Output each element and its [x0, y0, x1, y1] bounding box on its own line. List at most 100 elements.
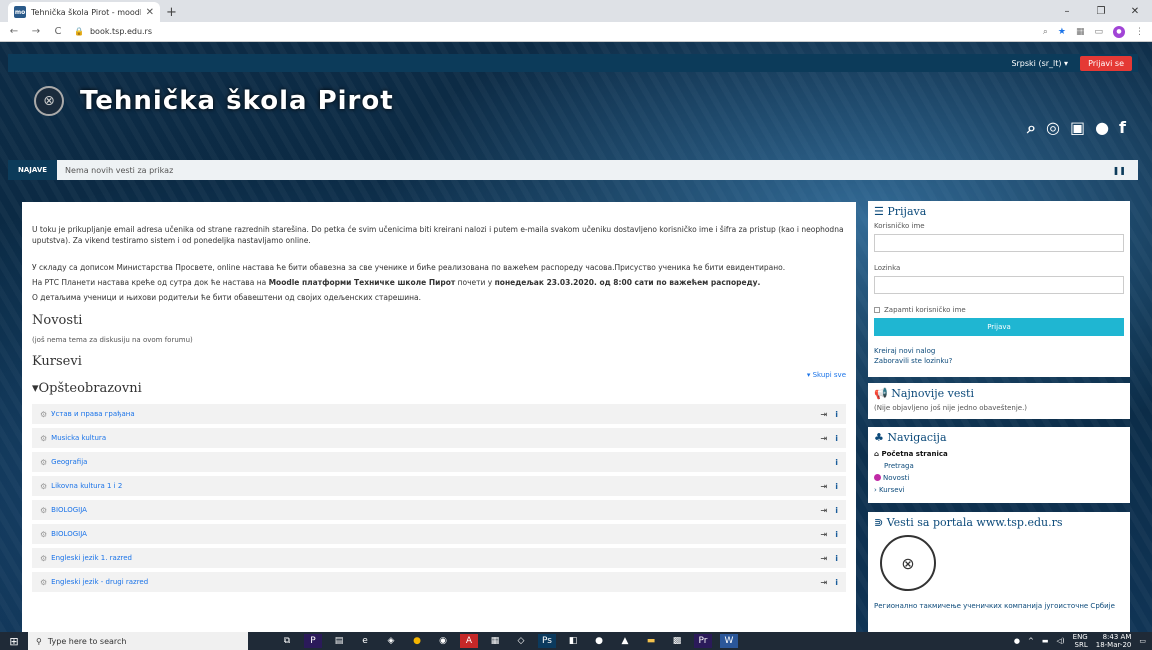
category-title[interactable]: ▾Opšteobrazovni	[32, 381, 846, 396]
tray-clock[interactable]: 8:43 AM 18-Mar-20	[1096, 633, 1132, 649]
portal-news-item[interactable]: Регионално такмичење ученичких компанија…	[874, 601, 1124, 611]
windows-start-icon[interactable]: ⊞	[0, 632, 28, 650]
course-name[interactable]: Engleski jezik 1. razred	[51, 554, 820, 562]
globe-icon[interactable]: ●	[1095, 118, 1109, 138]
info-icon[interactable]: i	[835, 578, 838, 587]
cast-icon[interactable]: ▭	[1094, 27, 1103, 37]
info-icon[interactable]: i	[835, 482, 838, 491]
forward-icon[interactable]: →	[30, 26, 42, 37]
taskbar-search[interactable]: ⚲ Type here to search	[28, 632, 248, 650]
info-icon[interactable]: i	[835, 554, 838, 563]
chrome-icon[interactable]: ●	[408, 634, 426, 648]
course-row[interactable]: ⚙ Устав и права грађана ⇥ i	[32, 404, 846, 424]
system-tray: ● ^ ▬ ◁) ENG SRL 8:43 AM 18-Mar-20 ▭	[1014, 632, 1146, 650]
store-icon[interactable]: ▤	[330, 634, 348, 648]
course-row[interactable]: ⚙ BIOLOGIJA ⇥ i	[32, 500, 846, 520]
site-title[interactable]: Tehnička škola Pirot	[80, 86, 394, 116]
url-field[interactable]: 🔒 book.tsp.edu.rs	[74, 27, 1033, 36]
steam-icon[interactable]: ◉	[434, 634, 452, 648]
browser-tab[interactable]: mo Tehnička škola Pirot - moodle ✕	[8, 2, 160, 22]
course-name[interactable]: Likovna kultura 1 i 2	[51, 482, 820, 490]
course-icon: ⚙	[40, 433, 48, 443]
chrome2-icon[interactable]: ●	[590, 634, 608, 648]
course-name[interactable]: Устав и права грађана	[51, 410, 820, 418]
new-tab-icon[interactable]: +	[166, 2, 177, 22]
course-row[interactable]: ⚙ BIOLOGIJA ⇥ i	[32, 524, 846, 544]
course-indicators: ⇥ i	[821, 578, 838, 587]
course-row[interactable]: ⚙ Likovna kultura 1 i 2 ⇥ i	[32, 476, 846, 496]
instagram-icon[interactable]: ◎	[1046, 118, 1060, 138]
course-row[interactable]: ⚙ Engleski jezik 1. razred ⇥ i	[32, 548, 846, 568]
tray-app-icon[interactable]: ●	[1014, 637, 1020, 645]
extension-icon[interactable]: ▦	[1076, 27, 1085, 37]
pause-icon[interactable]: ❚❚	[1113, 166, 1138, 175]
language-selector[interactable]: Srpski (sr_lt) ▾	[1011, 59, 1068, 68]
vscode-icon[interactable]: ◇	[512, 634, 530, 648]
info-icon[interactable]: i	[835, 530, 838, 539]
collapse-all-link[interactable]: ▾ Skupi sve	[32, 371, 846, 379]
star-icon[interactable]: ★	[1058, 27, 1066, 37]
youtube-icon[interactable]: ▣	[1070, 118, 1085, 138]
visualstudio-icon[interactable]: ◈	[382, 634, 400, 648]
network-icon[interactable]: ▬	[1042, 637, 1049, 645]
arrow-icon[interactable]: ▲	[616, 634, 634, 648]
notepad-icon[interactable]: ▦	[486, 634, 504, 648]
remember-checkbox[interactable]: Zapamti korisničko ime	[874, 306, 1124, 314]
info-icon[interactable]: i	[835, 434, 838, 443]
nav-news[interactable]: Novosti	[874, 472, 1124, 484]
back-icon[interactable]: ←	[8, 26, 20, 37]
course-name[interactable]: BIOLOGIJA	[51, 506, 820, 514]
close-window-icon[interactable]: ✕	[1118, 0, 1152, 22]
info-icon[interactable]: i	[835, 410, 838, 419]
acrobat-icon[interactable]: A	[460, 634, 478, 648]
course-name[interactable]: BIOLOGIJA	[51, 530, 820, 538]
app2-icon[interactable]: ▩	[668, 634, 686, 648]
nav-courses[interactable]: › Kursevi	[874, 484, 1124, 496]
close-tab-icon[interactable]: ✕	[146, 7, 154, 18]
course-name[interactable]: Engleski jezik - drugi razred	[51, 578, 820, 586]
word-icon[interactable]: W	[720, 634, 738, 648]
app-icon[interactable]: ◧	[564, 634, 582, 648]
tray-chevron-icon[interactable]: ^	[1028, 637, 1034, 645]
photoshop-icon[interactable]: Ps	[538, 634, 556, 648]
explorer-icon[interactable]: ▬	[642, 634, 660, 648]
url-text: book.tsp.edu.rs	[89, 27, 153, 36]
reload-icon[interactable]: C	[52, 26, 64, 37]
minimize-icon[interactable]: –	[1050, 0, 1084, 22]
premiere2-icon[interactable]: Pr	[694, 634, 712, 648]
course-name[interactable]: Geografija	[51, 458, 835, 466]
school-logo-icon[interactable]: ⊗	[34, 86, 64, 116]
latest-news-empty: (Nije objavljeno još nije jedno obavešte…	[874, 404, 1028, 412]
forgot-password-link[interactable]: Zaboravili ste lozinku?	[874, 356, 1124, 366]
maximize-icon[interactable]: ❐	[1084, 0, 1118, 22]
task-view-icon[interactable]: ⧉	[278, 634, 296, 648]
announcement-parents: О детаљима ученици и њихови родитељи ће …	[32, 293, 421, 302]
info-icon[interactable]: i	[835, 506, 838, 515]
create-account-link[interactable]: Kreiraj novi nalog	[874, 346, 1124, 356]
username-input[interactable]	[874, 234, 1124, 252]
facebook-icon[interactable]: f	[1119, 118, 1126, 138]
premiere-icon[interactable]: P	[304, 634, 322, 648]
nav-search[interactable]: Pretraga	[874, 460, 1124, 472]
tray-language[interactable]: ENG SRL	[1073, 633, 1088, 649]
zoom-icon[interactable]: ⌕	[1043, 27, 1048, 37]
latest-news-title: 📢 Najnovije vesti	[874, 387, 974, 400]
course-row[interactable]: ⚙ Musicka kultura ⇥ i	[32, 428, 846, 448]
info-icon[interactable]: i	[835, 458, 838, 467]
search-icon[interactable]: ⌕	[1027, 118, 1036, 138]
nav-home[interactable]: ⌂ Početna stranica	[874, 448, 1124, 460]
menu-icon[interactable]: ⋮	[1135, 27, 1144, 37]
login-submit-button[interactable]: Prijava	[874, 318, 1124, 336]
password-input[interactable]	[874, 276, 1124, 294]
course-name[interactable]: Musicka kultura	[51, 434, 820, 442]
course-row[interactable]: ⚙ Geografija i	[32, 452, 846, 472]
login-button[interactable]: Prijavi se	[1080, 55, 1132, 71]
volume-icon[interactable]: ◁)	[1057, 637, 1065, 645]
edge-icon[interactable]: e	[356, 634, 374, 648]
rss-icon: ⋑	[874, 516, 887, 529]
profile-icon[interactable]: ●	[1113, 25, 1125, 38]
course-indicators: ⇥ i	[821, 530, 838, 539]
course-icon: ⚙	[40, 529, 48, 539]
notifications-icon[interactable]: ▭	[1139, 637, 1146, 645]
course-row[interactable]: ⚙ Engleski jezik - drugi razred ⇥ i	[32, 572, 846, 592]
